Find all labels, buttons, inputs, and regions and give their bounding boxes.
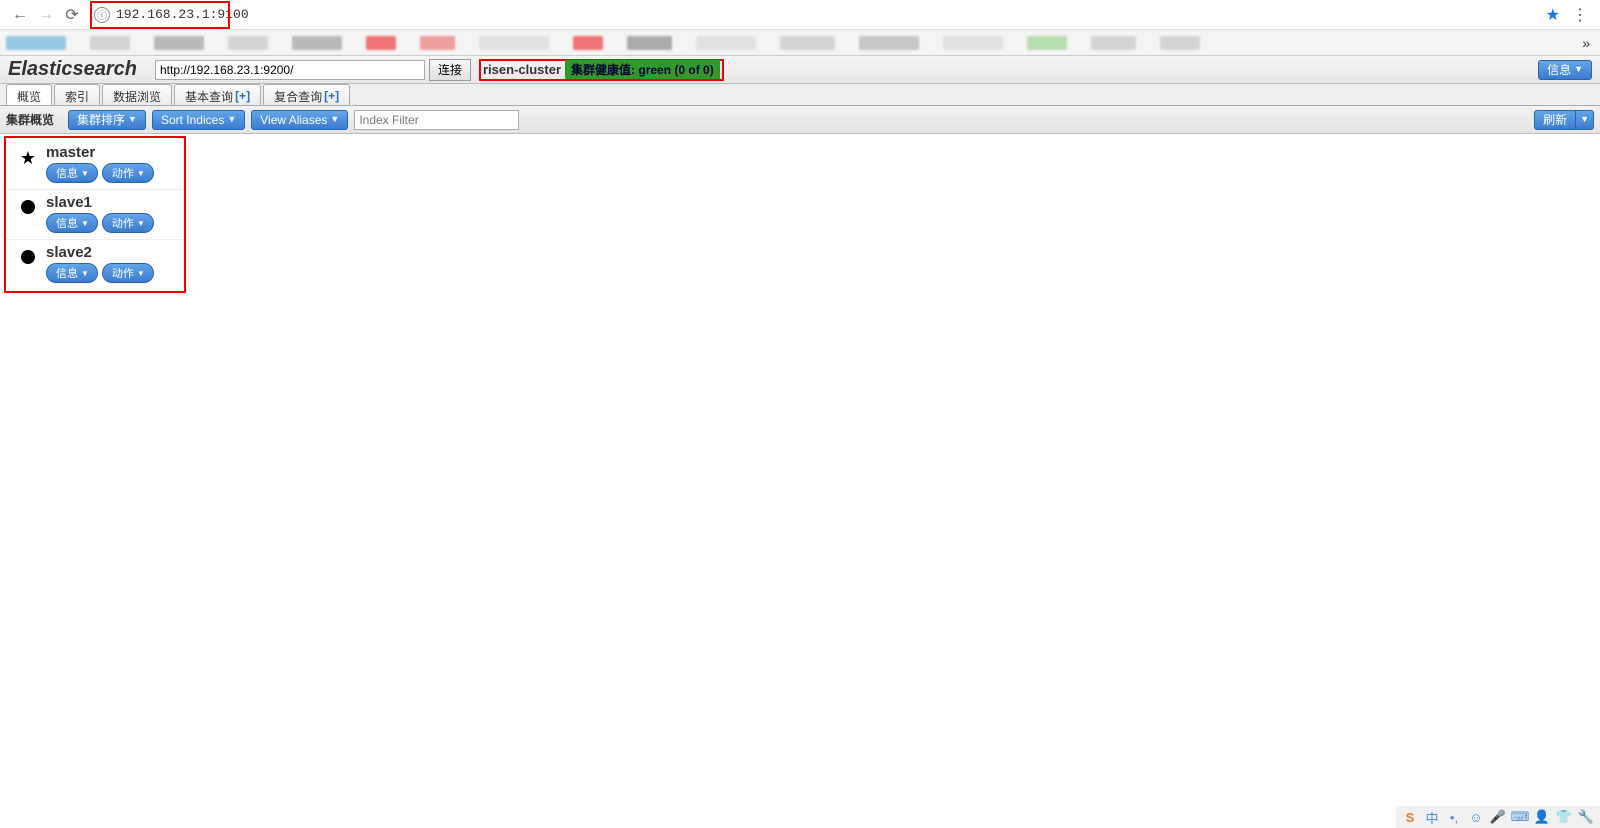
node-row: slave2信息▼动作▼ bbox=[6, 240, 184, 289]
chevron-down-icon: ▼ bbox=[137, 269, 145, 278]
chevron-down-icon: ▼ bbox=[330, 115, 339, 124]
os-taskbar-tray: S中 •, ☺ 🎤 ⌨ 👤 👕 🔧 bbox=[1396, 806, 1600, 828]
overview-label: 集群概览 bbox=[6, 111, 54, 128]
chevron-down-icon: ▼ bbox=[1580, 115, 1589, 124]
node-dot-icon bbox=[10, 244, 46, 264]
tray-icon[interactable]: •, bbox=[1446, 809, 1462, 825]
site-info-icon[interactable]: ⓘ bbox=[94, 7, 110, 23]
tab-复合查询[interactable]: 复合查询 [+] bbox=[263, 84, 350, 105]
node-buttons: 信息▼动作▼ bbox=[46, 263, 180, 283]
node-info-dropdown-label: 信息 bbox=[56, 215, 78, 231]
dot-icon bbox=[21, 200, 35, 214]
node-name: master bbox=[46, 144, 180, 161]
info-dropdown-label: 信息 bbox=[1547, 64, 1571, 76]
tray-icon[interactable]: 中 bbox=[1424, 809, 1440, 825]
node-info-dropdown[interactable]: 信息▼ bbox=[46, 213, 98, 233]
tab-label: 基本查询 bbox=[185, 88, 233, 105]
node-body: slave2信息▼动作▼ bbox=[46, 244, 180, 283]
bookmarks-blur bbox=[6, 36, 1200, 50]
app-title: Elasticsearch bbox=[8, 58, 137, 81]
node-action-dropdown-label: 动作 bbox=[112, 265, 134, 281]
node-action-dropdown[interactable]: 动作▼ bbox=[102, 163, 154, 183]
url-text: 192.168.23.1:9100 bbox=[116, 7, 249, 22]
chevron-down-icon: ▼ bbox=[81, 269, 89, 278]
node-dot-icon bbox=[10, 194, 46, 214]
chevron-down-icon: ▼ bbox=[81, 169, 89, 178]
tray-icon[interactable]: ⌨ bbox=[1512, 809, 1528, 825]
cluster-health-badge: 集群健康值: green (0 of 0) bbox=[565, 60, 720, 79]
chevron-down-icon: ▼ bbox=[81, 219, 89, 228]
node-buttons: 信息▼动作▼ bbox=[46, 213, 180, 233]
dot-icon bbox=[21, 250, 35, 264]
node-action-dropdown[interactable]: 动作▼ bbox=[102, 263, 154, 283]
nodes-area: ★master信息▼动作▼slave1信息▼动作▼slave2信息▼动作▼ bbox=[0, 134, 1600, 295]
tab-概览[interactable]: 概览 bbox=[6, 84, 52, 105]
node-row: ★master信息▼动作▼ bbox=[6, 140, 184, 190]
tray-icon[interactable]: 👤 bbox=[1534, 809, 1550, 825]
view-aliases-label: View Aliases bbox=[260, 114, 327, 126]
plus-icon: [+] bbox=[324, 89, 339, 103]
tab-索引[interactable]: 索引 bbox=[54, 84, 100, 105]
master-star-icon: ★ bbox=[10, 144, 46, 169]
refresh-button[interactable]: 刷新 bbox=[1534, 110, 1575, 130]
node-action-dropdown-label: 动作 bbox=[112, 215, 134, 231]
sort-indices-dropdown[interactable]: Sort Indices ▼ bbox=[152, 110, 245, 130]
cluster-status-box: risen-cluster 集群健康值: green (0 of 0) bbox=[479, 59, 724, 81]
cluster-name: risen-cluster bbox=[483, 62, 561, 77]
tray-icon[interactable]: S bbox=[1402, 809, 1418, 825]
chevron-down-icon: ▼ bbox=[128, 115, 137, 124]
address-bar[interactable]: ⓘ 192.168.23.1:9100 bbox=[94, 3, 1530, 27]
sort-cluster-label: 集群排序 bbox=[77, 114, 125, 126]
node-info-dropdown-label: 信息 bbox=[56, 265, 78, 281]
browser-menu-icon[interactable]: ⋮ bbox=[1572, 5, 1588, 25]
bookmark-star-icon[interactable]: ★ bbox=[1546, 5, 1560, 25]
es-url-input[interactable] bbox=[155, 60, 425, 80]
node-info-dropdown[interactable]: 信息▼ bbox=[46, 163, 98, 183]
star-icon: ★ bbox=[20, 148, 36, 169]
chevron-down-icon: ▼ bbox=[137, 219, 145, 228]
bookmarks-overflow-icon[interactable]: » bbox=[1582, 35, 1590, 51]
refresh-dropdown[interactable]: ▼ bbox=[1575, 110, 1594, 130]
node-action-dropdown[interactable]: 动作▼ bbox=[102, 213, 154, 233]
chevron-down-icon: ▼ bbox=[227, 115, 236, 124]
tab-数据浏览[interactable]: 数据浏览 bbox=[102, 84, 172, 105]
node-name: slave1 bbox=[46, 194, 180, 211]
app-header: Elasticsearch 连接 risen-cluster 集群健康值: gr… bbox=[0, 56, 1600, 84]
back-button[interactable]: ← bbox=[8, 3, 32, 27]
nodes-list: ★master信息▼动作▼slave1信息▼动作▼slave2信息▼动作▼ bbox=[4, 136, 186, 293]
chevron-down-icon: ▼ bbox=[1574, 65, 1583, 74]
index-filter-input[interactable] bbox=[354, 110, 519, 130]
tab-label: 概览 bbox=[17, 88, 41, 105]
sort-cluster-dropdown[interactable]: 集群排序 ▼ bbox=[68, 110, 146, 130]
chevron-down-icon: ▼ bbox=[137, 169, 145, 178]
node-name: slave2 bbox=[46, 244, 180, 261]
browser-toolbar: ← → ⟳ ⓘ 192.168.23.1:9100 ★ ⋮ bbox=[0, 0, 1600, 30]
tab-label: 复合查询 bbox=[274, 88, 322, 105]
reload-button[interactable]: ⟳ bbox=[60, 3, 84, 27]
plus-icon: [+] bbox=[235, 89, 250, 103]
tab-基本查询[interactable]: 基本查询 [+] bbox=[174, 84, 261, 105]
node-info-dropdown-label: 信息 bbox=[56, 165, 78, 181]
tray-icon[interactable]: ☺ bbox=[1468, 809, 1484, 825]
main-tabs: 概览索引数据浏览基本查询 [+]复合查询 [+] bbox=[0, 84, 1600, 106]
view-aliases-dropdown[interactable]: View Aliases ▼ bbox=[251, 110, 348, 130]
bookmarks-bar: » bbox=[0, 30, 1600, 56]
overview-toolbar: 集群概览 集群排序 ▼ Sort Indices ▼ View Aliases … bbox=[0, 106, 1600, 134]
forward-button[interactable]: → bbox=[34, 3, 58, 27]
info-dropdown[interactable]: 信息 ▼ bbox=[1538, 60, 1592, 80]
tray-icon[interactable]: 🎤 bbox=[1490, 809, 1506, 825]
node-body: master信息▼动作▼ bbox=[46, 144, 180, 183]
tray-icon[interactable]: 👕 bbox=[1556, 809, 1572, 825]
node-body: slave1信息▼动作▼ bbox=[46, 194, 180, 233]
tray-icon[interactable]: 🔧 bbox=[1578, 809, 1594, 825]
sort-indices-label: Sort Indices bbox=[161, 114, 224, 126]
node-action-dropdown-label: 动作 bbox=[112, 165, 134, 181]
refresh-group: 刷新 ▼ bbox=[1534, 110, 1594, 130]
node-buttons: 信息▼动作▼ bbox=[46, 163, 180, 183]
tab-label: 数据浏览 bbox=[113, 88, 161, 105]
node-info-dropdown[interactable]: 信息▼ bbox=[46, 263, 98, 283]
tab-label: 索引 bbox=[65, 88, 89, 105]
connect-button[interactable]: 连接 bbox=[429, 59, 471, 81]
node-row: slave1信息▼动作▼ bbox=[6, 190, 184, 240]
